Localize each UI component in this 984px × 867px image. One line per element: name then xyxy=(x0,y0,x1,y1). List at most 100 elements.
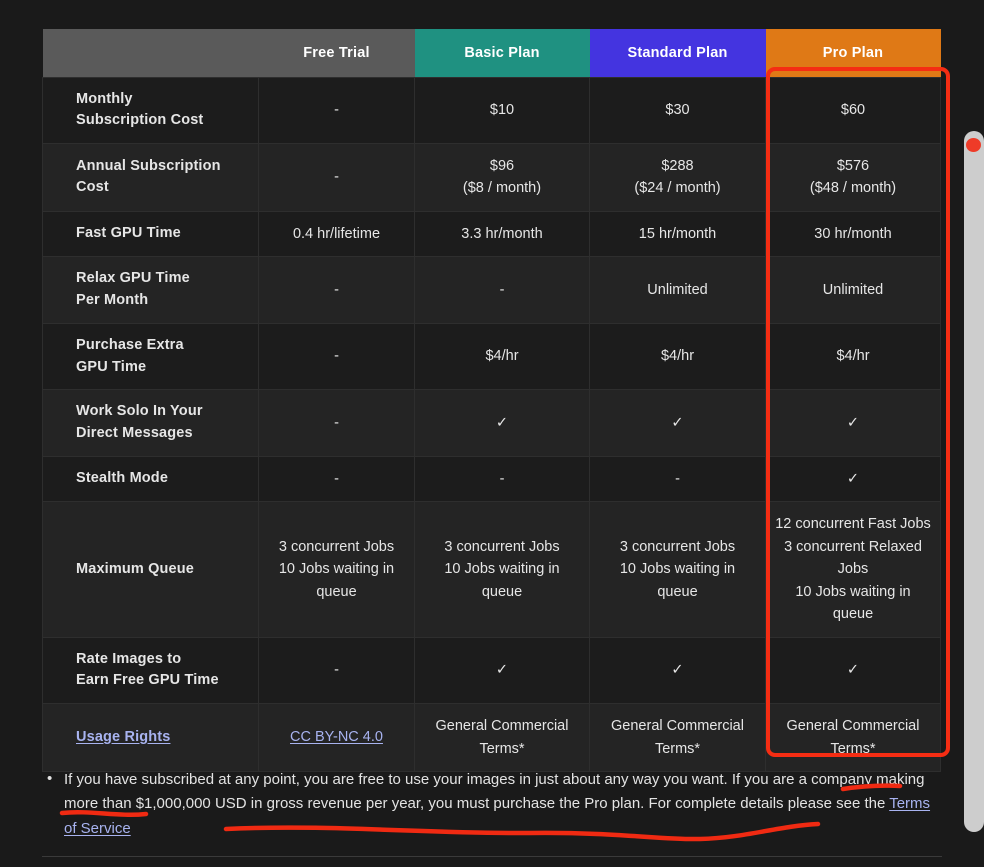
value-line: Terms* xyxy=(479,740,525,757)
cell-free-work-solo: - xyxy=(258,389,415,457)
feature-line: Fast GPU Time xyxy=(76,225,181,242)
header-cell-basic-plan[interactable]: Basic Plan xyxy=(414,29,590,77)
checkmark-icon: ✓ xyxy=(589,389,766,457)
table-row-stealth-mode: Stealth Mode - - - ✓ xyxy=(42,455,941,503)
plan-comparison-table: Free Trial Basic Plan Standard Plan Pro … xyxy=(42,29,941,773)
cell-basic-stealth: - xyxy=(414,455,590,503)
value-line: 3 concurrent Jobs xyxy=(444,538,560,555)
table-header-row: Free Trial Basic Plan Standard Plan Pro … xyxy=(42,29,941,77)
cell-free-usage-rights[interactable]: CC BY-NC 4.0 xyxy=(258,703,415,773)
feature-label-rate-images: Rate Images to Earn Free GPU Time xyxy=(42,636,259,705)
cell-pro-monthly-cost: $60 xyxy=(765,76,941,144)
value-line: General Commercial xyxy=(435,718,569,735)
bottom-divider xyxy=(42,856,942,857)
cell-basic-usage-rights: General Commercial Terms* xyxy=(414,703,590,773)
cell-standard-monthly-cost: $30 xyxy=(589,76,766,144)
cell-basic-max-queue: 3 concurrent Jobs 10 Jobs waiting in que… xyxy=(414,501,590,638)
feature-label-monthly-subscription-cost: Monthly Subscription Cost xyxy=(42,76,259,144)
cell-free-stealth: - xyxy=(258,455,415,503)
cell-pro-relax-gpu: Unlimited xyxy=(765,256,941,324)
feature-label-relax-gpu-time: Relax GPU Time Per Month xyxy=(42,256,259,324)
cell-free-monthly-cost: - xyxy=(258,76,415,144)
checkmark-icon: ✓ xyxy=(414,389,590,457)
feature-label-annual-subscription-cost: Annual Subscription Cost xyxy=(42,143,259,212)
feature-line: Rate Images to xyxy=(76,650,182,667)
cell-pro-extra-gpu: $4/hr xyxy=(765,322,941,391)
cell-free-annual-cost: - xyxy=(258,143,415,212)
cell-standard-relax-gpu: Unlimited xyxy=(589,256,766,324)
cell-standard-stealth: - xyxy=(589,455,766,503)
feature-label-work-solo-direct-messages: Work Solo In Your Direct Messages xyxy=(42,389,259,457)
feature-line: Annual Subscription xyxy=(76,157,221,174)
checkmark-icon: ✓ xyxy=(765,455,941,503)
cell-free-max-queue: 3 concurrent Jobs 10 Jobs waiting in que… xyxy=(258,501,415,638)
cell-pro-fast-gpu: 30 hr/month xyxy=(765,210,941,258)
table-row-usage-rights: Usage Rights CC BY-NC 4.0 General Commer… xyxy=(42,703,941,773)
value-line: Terms* xyxy=(830,740,876,757)
cell-free-fast-gpu: 0.4 hr/lifetime xyxy=(258,210,415,258)
checkmark-icon: ✓ xyxy=(414,636,590,705)
table-row-work-solo-direct-messages: Work Solo In Your Direct Messages - ✓ ✓ … xyxy=(42,389,941,457)
feature-line: Stealth Mode xyxy=(76,470,169,487)
header-cell-free-trial[interactable]: Free Trial xyxy=(258,29,415,77)
cursor-pointer-dot xyxy=(966,138,981,152)
cc-by-nc-link[interactable]: CC BY-NC 4.0 xyxy=(290,729,383,745)
footnote-item: If you have subscribed at any point, you… xyxy=(42,767,942,841)
header-cell-standard-plan[interactable]: Standard Plan xyxy=(589,29,766,77)
value-line: 12 concurrent Fast Jobs xyxy=(775,516,931,533)
value-line: Terms* xyxy=(654,740,701,757)
checkmark-icon: ✓ xyxy=(765,389,941,457)
cell-basic-relax-gpu: - xyxy=(414,256,590,324)
table-row-maximum-queue: Maximum Queue 3 concurrent Jobs 10 Jobs … xyxy=(42,501,941,638)
table-row-rate-images: Rate Images to Earn Free GPU Time - ✓ ✓ … xyxy=(42,636,941,705)
feature-line: Per Month xyxy=(76,292,149,309)
value-line: $288 xyxy=(661,158,694,174)
value-line: 3 concurrent Jobs xyxy=(619,538,736,555)
value-line: General Commercial xyxy=(611,718,744,735)
feature-line: Earn Free GPU Time xyxy=(76,672,219,689)
value-line: General Commercial xyxy=(786,718,920,735)
plan-comparison-table-wrapper: Free Trial Basic Plan Standard Plan Pro … xyxy=(42,29,941,773)
value-line: $576 xyxy=(836,158,870,174)
cell-free-extra-gpu: - xyxy=(258,322,415,391)
table-row-relax-gpu-time: Relax GPU Time Per Month - - Unlimited U… xyxy=(42,256,941,324)
cell-basic-fast-gpu: 3.3 hr/month xyxy=(414,210,590,258)
value-line: 10 Jobs waiting in queue xyxy=(795,583,911,623)
checkmark-icon: ✓ xyxy=(589,636,766,705)
footnote-section: If you have subscribed at any point, you… xyxy=(42,767,942,841)
feature-label-stealth-mode: Stealth Mode xyxy=(42,455,259,503)
value-line: ($8 / month) xyxy=(462,180,542,197)
value-line: ($24 / month) xyxy=(634,180,721,197)
table-row-annual-subscription-cost: Annual Subscription Cost - $96 ($8 / mon… xyxy=(42,143,941,212)
feature-line: Purchase Extra xyxy=(76,336,184,353)
usage-rights-link[interactable]: Usage Rights xyxy=(76,729,170,745)
table-header: Free Trial Basic Plan Standard Plan Pro … xyxy=(42,29,941,77)
feature-label-purchase-extra-gpu-time: Purchase Extra GPU Time xyxy=(42,322,259,391)
value-line: 3 concurrent Jobs xyxy=(278,538,395,555)
cell-standard-max-queue: 3 concurrent Jobs 10 Jobs waiting in que… xyxy=(589,501,766,638)
footnote-text: If you have subscribed at any point, you… xyxy=(64,771,925,813)
checkmark-icon: ✓ xyxy=(765,636,941,705)
value-line: 10 Jobs waiting in queue xyxy=(278,561,395,600)
value-line: 10 Jobs waiting in queue xyxy=(444,561,560,600)
cell-pro-annual-cost: $576 ($48 / month) xyxy=(765,143,941,212)
feature-label-maximum-queue: Maximum Queue xyxy=(42,501,259,638)
value-line: 3 concurrent Relaxed Jobs xyxy=(784,538,922,578)
cell-basic-monthly-cost: $10 xyxy=(414,76,590,144)
feature-line: Direct Messages xyxy=(76,425,193,442)
value-line: $96 xyxy=(489,158,515,174)
cell-basic-annual-cost: $96 ($8 / month) xyxy=(414,143,590,212)
header-cell-blank xyxy=(42,29,259,77)
header-cell-pro-plan[interactable]: Pro Plan xyxy=(765,29,941,77)
feature-line: Monthly xyxy=(76,90,133,107)
scrollbar-thumb[interactable] xyxy=(964,131,984,832)
cell-pro-max-queue: 12 concurrent Fast Jobs 3 concurrent Rel… xyxy=(765,501,941,638)
feature-line: GPU Time xyxy=(76,358,147,375)
feature-line: Relax GPU Time xyxy=(76,270,190,287)
cell-standard-fast-gpu: 15 hr/month xyxy=(589,210,766,258)
feature-line: Cost xyxy=(76,179,109,196)
table-row-purchase-extra-gpu-time: Purchase Extra GPU Time - $4/hr $4/hr $4… xyxy=(42,322,941,391)
feature-label-fast-gpu-time: Fast GPU Time xyxy=(42,210,259,258)
cell-free-relax-gpu: - xyxy=(258,256,415,324)
pricing-comparison-page: Free Trial Basic Plan Standard Plan Pro … xyxy=(0,0,984,867)
